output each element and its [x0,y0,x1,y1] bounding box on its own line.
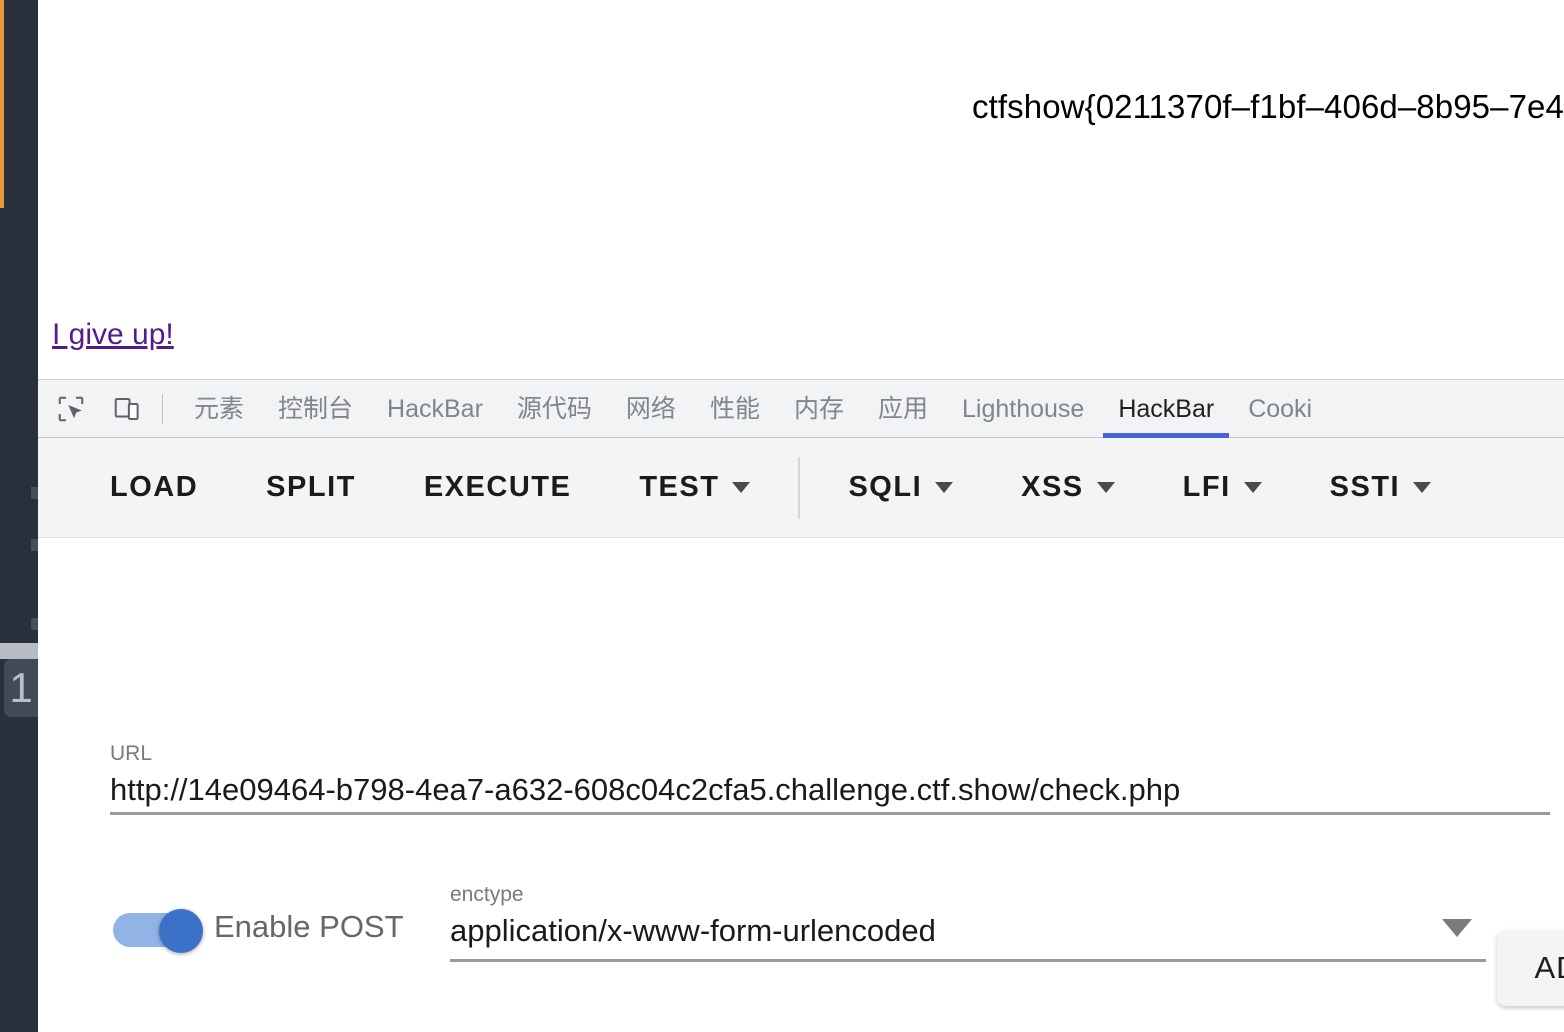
toolbar-divider [162,393,163,424]
devtools-tab-network[interactable]: 网络 [609,380,693,438]
chevron-down-icon [1243,482,1262,493]
hackbar-test-label: TEST [639,471,720,503]
page-viewport: ctfshow{0211370f–f1bf–406d–8b95–7e4 I gi… [38,0,1564,379]
hackbar-toolbar: LOAD SPLIT EXECUTE TEST SQLI XSS LFI SST… [38,438,1564,538]
chevron-down-icon [732,482,751,493]
chevron-down-icon[interactable] [1442,919,1472,937]
tabstrip-accent-bar [0,0,4,208]
add-parameter-button[interactable]: AD [1497,930,1564,1006]
hackbar-load-button[interactable]: LOAD [94,471,214,504]
devtools-panel: 元素 控制台 HackBar 源代码 网络 性能 内存 应用 Lighthous… [38,379,1564,1032]
devtools-tab-hackbar-1[interactable]: HackBar [370,380,500,438]
devtools-tab-cookies[interactable]: Cooki [1231,380,1329,438]
tabstrip-notch [31,539,38,551]
devtools-tabbar: 元素 控制台 HackBar 源代码 网络 性能 内存 应用 Lighthous… [38,380,1564,438]
hackbar-test-button[interactable]: TEST [623,471,766,504]
devtools-tab-lighthouse[interactable]: Lighthouse [945,380,1101,438]
url-field[interactable]: URL http://14e09464-b798-4ea7-a632-608c0… [110,742,1550,808]
browser-vertical-tabstrip: 1 [0,0,38,1032]
url-label: URL [110,742,153,765]
enable-post-toggle[interactable] [113,909,205,953]
hackbar-xss-label: XSS [1021,471,1084,503]
chevron-down-icon [1096,482,1115,493]
enctype-field-underline [450,959,1486,962]
devtools-tab-memory[interactable]: 内存 [777,380,861,438]
hackbar-xss-menu[interactable]: XSS [1005,471,1131,504]
hackbar-lfi-menu[interactable]: LFI [1167,471,1278,504]
devtools-tab-console[interactable]: 控制台 [261,380,370,438]
chevron-down-icon [1413,482,1432,493]
hackbar-ssti-label: SSTI [1329,471,1401,503]
browser-tab-number: 1 [9,664,33,711]
devtools-tab-sources[interactable]: 源代码 [500,380,609,438]
tabstrip-notch [31,618,38,630]
hackbar-form: URL http://14e09464-b798-4ea7-a632-608c0… [38,538,1564,1032]
chevron-down-icon [935,482,954,493]
hackbar-sqli-menu[interactable]: SQLI [832,471,969,504]
hackbar-sqli-label: SQLI [848,471,923,503]
device-toolbar-icon[interactable] [104,386,150,432]
give-up-link[interactable]: I give up! [52,318,174,352]
enctype-select-value[interactable]: application/x-www-form-urlencoded [450,913,1486,949]
enctype-label: enctype [450,883,524,906]
tabstrip-divider [0,643,38,659]
devtools-tab-elements[interactable]: 元素 [177,380,261,438]
hackbar-ssti-menu[interactable]: SSTI [1314,471,1447,504]
hackbar-split-label: SPLIT [266,471,356,503]
url-input[interactable]: http://14e09464-b798-4ea7-a632-608c04c2c… [110,772,1550,808]
enable-post-label: Enable POST [214,909,404,944]
inspect-element-icon[interactable] [48,386,94,432]
flag-text: ctfshow{0211370f–f1bf–406d–8b95–7e4 [972,88,1564,125]
hackbar-load-label: LOAD [110,471,199,503]
post-row: Enable POST enctype application/x-www-fo… [110,883,1530,983]
devtools-tab-hackbar-2[interactable]: HackBar [1101,380,1231,438]
tabstrip-notch [31,487,38,499]
hackbar-split-button[interactable]: SPLIT [250,471,372,504]
browser-tab-badge[interactable]: 1 [4,659,38,717]
devtools-tab-performance[interactable]: 性能 [693,380,777,438]
devtools-tab-application[interactable]: 应用 [861,380,945,438]
url-field-underline [110,812,1550,815]
screen-root: 1 ctfshow{0211370f–f1bf–406d–8b95–7e4 I … [0,0,1564,1032]
hackbar-lfi-label: LFI [1182,471,1231,503]
enctype-field[interactable]: enctype application/x-www-form-urlencode… [450,883,1486,949]
hackbar-execute-label: EXECUTE [423,471,572,503]
toggle-knob [159,909,203,953]
toolbar-divider [798,456,801,519]
hackbar-execute-button[interactable]: EXECUTE [408,471,587,504]
